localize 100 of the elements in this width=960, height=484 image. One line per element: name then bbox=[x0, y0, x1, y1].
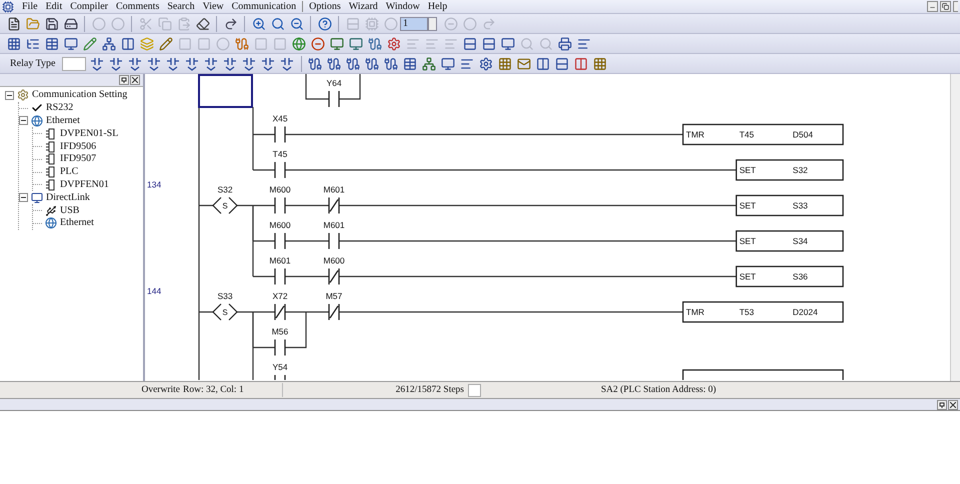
menu-item[interactable]: Window bbox=[382, 2, 424, 12]
cable-icon[interactable] bbox=[368, 36, 382, 50]
menu-item[interactable]: Comments bbox=[112, 2, 164, 12]
cable-icon[interactable] bbox=[384, 56, 398, 70]
menu-item[interactable]: File bbox=[18, 2, 42, 12]
vertical-scrollbar[interactable] bbox=[950, 74, 960, 381]
save-icon[interactable] bbox=[44, 16, 58, 30]
zoom-out-icon[interactable] bbox=[290, 16, 304, 30]
cable-icon[interactable] bbox=[234, 36, 248, 50]
pin-icon[interactable] bbox=[937, 400, 947, 410]
menu-item[interactable]: Compiler bbox=[66, 2, 112, 12]
monitor-icon[interactable] bbox=[64, 36, 78, 50]
network-icon[interactable] bbox=[422, 56, 436, 70]
pencil-icon[interactable] bbox=[82, 36, 96, 50]
close-icon[interactable] bbox=[130, 75, 140, 85]
closed-contact-symbol[interactable] bbox=[328, 268, 340, 286]
tree-item[interactable]: IFD9506 bbox=[60, 142, 96, 152]
contact-icon[interactable] bbox=[223, 56, 237, 70]
closed-contact-symbol[interactable] bbox=[328, 196, 340, 214]
tree-item[interactable]: DirectLink bbox=[46, 192, 90, 203]
settings-icon[interactable] bbox=[479, 56, 493, 70]
tree-item[interactable]: Ethernet bbox=[46, 116, 80, 126]
open-contact-symbol[interactable] bbox=[274, 338, 286, 356]
menu-item[interactable]: Edit bbox=[42, 2, 66, 12]
align-icon[interactable] bbox=[460, 56, 474, 70]
columns-icon[interactable] bbox=[574, 56, 588, 70]
contact-icon[interactable] bbox=[90, 56, 104, 70]
contact-icon[interactable] bbox=[242, 56, 256, 70]
menu-item[interactable]: Search bbox=[163, 2, 199, 12]
cable-icon[interactable] bbox=[365, 56, 379, 70]
contact-icon[interactable] bbox=[147, 56, 161, 70]
contact-icon[interactable] bbox=[128, 56, 142, 70]
printer-icon[interactable] bbox=[558, 36, 572, 50]
open-contact-symbol[interactable] bbox=[274, 161, 286, 179]
menu-item[interactable]: Communication bbox=[228, 2, 300, 12]
grid-icon[interactable] bbox=[498, 56, 512, 70]
monitor-icon[interactable] bbox=[330, 36, 344, 50]
menu-item[interactable]: View bbox=[198, 2, 228, 12]
curved-arrow-icon[interactable] bbox=[224, 16, 238, 30]
instruction-box[interactable] bbox=[736, 266, 844, 288]
instruction-box[interactable] bbox=[736, 159, 844, 181]
grid-icon[interactable] bbox=[593, 56, 607, 70]
stop-icon[interactable] bbox=[310, 36, 324, 50]
instruction-box[interactable] bbox=[736, 194, 844, 216]
search-icon[interactable] bbox=[270, 16, 284, 30]
cable-icon[interactable] bbox=[308, 56, 322, 70]
contact-icon[interactable] bbox=[185, 56, 199, 70]
rows-icon[interactable] bbox=[555, 56, 569, 70]
tree-item[interactable]: PLC bbox=[60, 167, 78, 178]
instruction-box[interactable] bbox=[682, 301, 844, 323]
contact-icon[interactable] bbox=[109, 56, 123, 70]
contact-icon[interactable] bbox=[166, 56, 180, 70]
tree-item[interactable]: IFD9507 bbox=[60, 154, 96, 164]
instruction-box[interactable] bbox=[682, 124, 844, 146]
step-number-field[interactable]: 1 bbox=[400, 16, 428, 30]
tree-item[interactable]: DVPEN01-SL bbox=[60, 128, 118, 139]
columns-icon[interactable] bbox=[120, 36, 134, 50]
menu-item[interactable]: Wizard bbox=[344, 2, 382, 12]
close-icon[interactable] bbox=[948, 400, 958, 410]
instruction-box[interactable] bbox=[736, 230, 844, 252]
closed-contact-symbol[interactable] bbox=[328, 303, 340, 321]
open-contact-symbol[interactable] bbox=[328, 90, 340, 108]
tree-item[interactable]: Ethernet bbox=[60, 218, 94, 228]
open-contact-symbol[interactable] bbox=[328, 232, 340, 250]
mail-icon[interactable] bbox=[517, 56, 531, 70]
contact-icon[interactable] bbox=[261, 56, 275, 70]
pin-icon[interactable] bbox=[119, 75, 129, 85]
grid-icon[interactable] bbox=[6, 36, 20, 50]
monitor-icon[interactable] bbox=[441, 56, 455, 70]
cable-icon[interactable] bbox=[327, 56, 341, 70]
open-contact-symbol[interactable] bbox=[274, 196, 286, 214]
eraser-icon[interactable] bbox=[196, 16, 210, 30]
help-icon[interactable] bbox=[318, 16, 332, 30]
rows-icon[interactable] bbox=[462, 36, 476, 50]
align-icon[interactable] bbox=[576, 36, 590, 50]
tree-item[interactable]: DVPFEN01 bbox=[60, 180, 109, 190]
new-file-icon[interactable] bbox=[6, 16, 20, 30]
contact-icon[interactable] bbox=[280, 56, 294, 70]
contact-icon[interactable] bbox=[204, 56, 218, 70]
open-contact-symbol[interactable] bbox=[274, 126, 286, 144]
open-contact-symbol[interactable] bbox=[274, 268, 286, 286]
collapse-toggle[interactable] bbox=[5, 90, 14, 100]
rows-icon[interactable] bbox=[482, 36, 496, 50]
folder-icon[interactable] bbox=[26, 16, 40, 30]
closed-contact-symbol[interactable] bbox=[274, 303, 286, 321]
spin-buttons[interactable] bbox=[428, 16, 437, 30]
pencil-icon[interactable] bbox=[158, 36, 172, 50]
settings-icon[interactable] bbox=[386, 36, 400, 50]
monitor-icon[interactable] bbox=[500, 36, 514, 50]
tree-icon[interactable] bbox=[26, 36, 40, 50]
collapse-toggle[interactable] bbox=[19, 116, 28, 126]
monitor-icon[interactable] bbox=[348, 36, 362, 50]
collapse-toggle[interactable] bbox=[19, 193, 28, 202]
save-as-icon[interactable] bbox=[64, 16, 78, 30]
network-icon[interactable] bbox=[102, 36, 116, 50]
open-contact-symbol[interactable] bbox=[274, 232, 286, 250]
tree-item[interactable]: USB bbox=[60, 206, 80, 216]
zoom-in-icon[interactable] bbox=[252, 16, 266, 30]
menu-item[interactable]: Options bbox=[305, 2, 345, 12]
tree-item[interactable]: Communication Setting bbox=[32, 90, 128, 100]
